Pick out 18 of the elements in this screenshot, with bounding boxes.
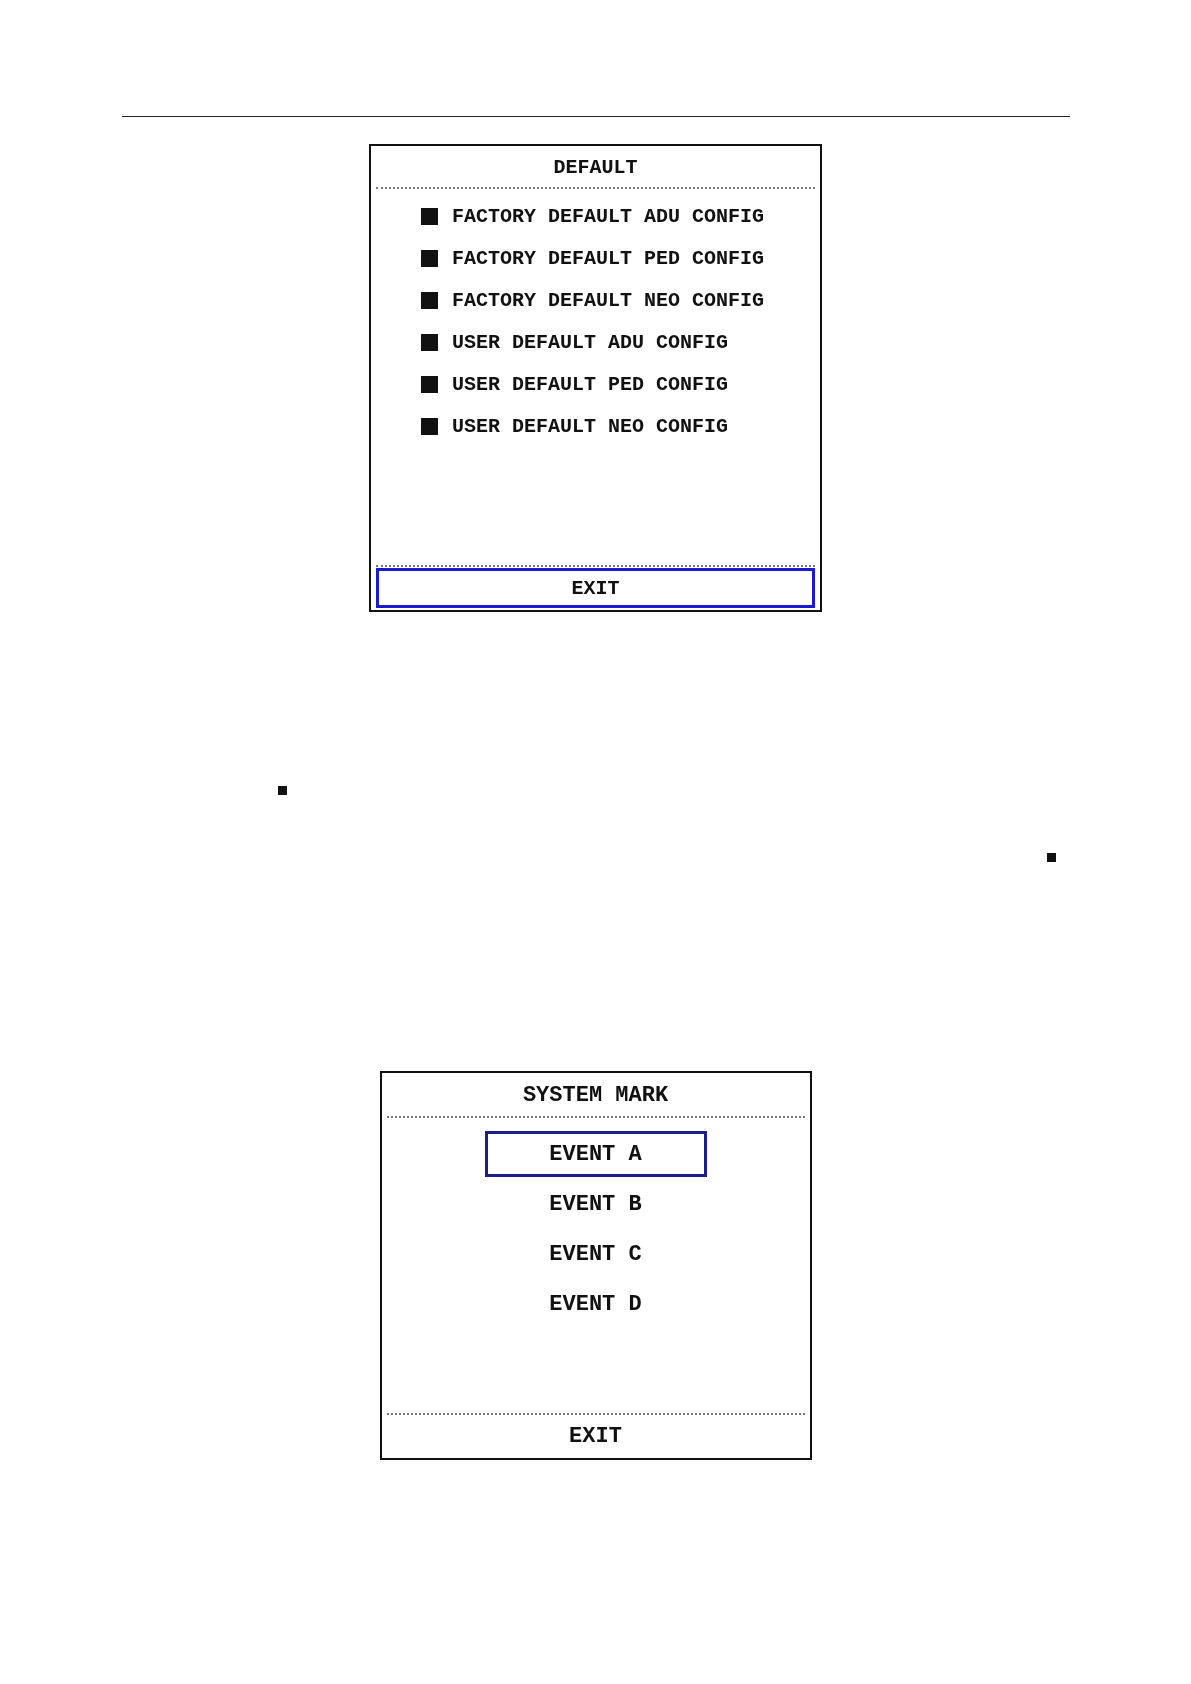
square-bullet-icon <box>421 208 438 225</box>
exit-button[interactable]: EXIT <box>376 568 815 608</box>
square-bullet-icon <box>277 786 287 795</box>
menu-item[interactable]: USER DEFAULT ADU CONFIG <box>452 331 729 354</box>
dialog-title: DEFAULT <box>552 155 639 181</box>
event-option[interactable]: EVENT A <box>484 1131 707 1177</box>
square-bullet-icon <box>421 334 438 351</box>
square-bullet-icon <box>421 376 438 393</box>
menu-item[interactable]: FACTORY DEFAULT NEO CONFIG <box>452 289 765 312</box>
menu-item[interactable]: USER DEFAULT NEO CONFIG <box>452 415 729 438</box>
menu-item[interactable]: USER DEFAULT PED CONFIG <box>452 373 729 396</box>
square-bullet-icon <box>1046 853 1056 862</box>
dialog-title: SYSTEM MARK <box>521 1082 670 1110</box>
square-bullet-icon <box>421 292 438 309</box>
menu-item[interactable]: FACTORY DEFAULT PED CONFIG <box>452 247 765 270</box>
square-bullet-icon <box>421 418 438 435</box>
square-bullet-icon <box>421 250 438 267</box>
menu-item[interactable]: FACTORY DEFAULT ADU CONFIG <box>452 205 765 228</box>
